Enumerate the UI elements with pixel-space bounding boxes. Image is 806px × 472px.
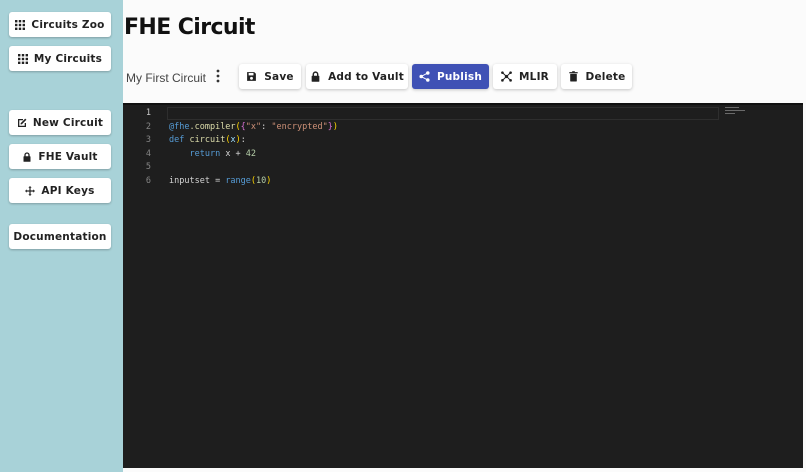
line-number: 1 xyxy=(145,108,151,118)
code-token: inputset xyxy=(169,175,210,186)
code-token: "x" xyxy=(245,121,262,132)
documentation-button[interactable]: Documentation xyxy=(9,224,111,249)
code-content: @fhe.compiler({"x": "encrypted"}) def ci… xyxy=(169,105,338,186)
new-circuit-label: New Circuit xyxy=(32,116,104,129)
grid-icon xyxy=(17,53,28,64)
mlir-label: MLIR xyxy=(519,70,549,83)
code-line-2: @fhe.compiler({"x": "encrypted"}) xyxy=(169,121,338,135)
trash-icon xyxy=(568,71,578,82)
grid-icon xyxy=(15,19,26,30)
save-label: Save xyxy=(264,70,294,83)
code-token: : xyxy=(240,135,246,145)
code-token: def xyxy=(169,135,185,145)
hub-icon xyxy=(501,71,512,82)
my-circuits-button[interactable]: My Circuits xyxy=(9,46,111,71)
current-line-highlight xyxy=(167,107,719,120)
line-number: 2 xyxy=(145,121,151,132)
circuits-zoo-label: Circuits Zoo xyxy=(31,18,105,31)
code-line-6: inputset = range(10) xyxy=(169,175,271,189)
line-number-gutter: 1 2 3 4 5 6 xyxy=(123,105,155,468)
code-token: : xyxy=(261,121,272,132)
mlir-button[interactable]: MLIR xyxy=(493,64,557,89)
more-vertical-icon[interactable] xyxy=(215,69,221,83)
line-number: 6 xyxy=(145,175,151,186)
code-token: range xyxy=(225,175,251,186)
fhe-vault-button[interactable]: FHE Vault xyxy=(9,144,111,169)
my-circuits-label: My Circuits xyxy=(33,52,103,65)
sidebar: Circuits Zoo My Circuits New Circuit FHE… xyxy=(0,0,123,472)
share-icon xyxy=(419,71,430,82)
code-token: return xyxy=(189,148,221,159)
api-keys-button[interactable]: API Keys xyxy=(9,178,111,203)
code-token: .compiler xyxy=(189,121,236,132)
code-token: ) xyxy=(332,121,338,132)
code-token: "encrypted" xyxy=(271,121,328,132)
line-number: 3 xyxy=(145,135,151,145)
lock-icon xyxy=(311,71,320,82)
page-title: FHE Circuit xyxy=(124,15,255,40)
code-editor[interactable]: 1 2 3 4 5 6 @fhe.compiler({"x": "encrypt… xyxy=(123,103,803,468)
code-token: x + xyxy=(220,148,246,159)
edit-icon xyxy=(17,118,27,127)
fhe-vault-label: FHE Vault xyxy=(38,150,98,163)
code-minimap[interactable] xyxy=(725,107,751,117)
new-circuit-button[interactable]: New Circuit xyxy=(9,110,111,135)
publish-button[interactable]: Publish xyxy=(412,64,489,89)
lock-icon xyxy=(23,151,31,162)
line-number: 4 xyxy=(145,148,151,159)
documentation-label: Documentation xyxy=(13,230,107,243)
add-to-vault-button[interactable]: Add to Vault xyxy=(306,64,408,89)
api-keys-label: API Keys xyxy=(41,184,95,197)
publish-label: Publish xyxy=(436,70,482,83)
main-panel: FHE Circuit My First Circuit Save Add to… xyxy=(123,0,806,472)
code-line-3: def circuit(x): xyxy=(169,134,246,148)
code-token: 42 xyxy=(245,148,257,159)
delete-label: Delete xyxy=(585,70,626,83)
line-number: 5 xyxy=(145,162,151,172)
circuits-zoo-button[interactable]: Circuits Zoo xyxy=(9,12,111,37)
save-icon xyxy=(247,72,257,81)
code-line-4: return x + 42 xyxy=(169,148,256,162)
delete-button[interactable]: Delete xyxy=(561,64,632,89)
add-to-vault-label: Add to Vault xyxy=(328,70,404,83)
code-token: = xyxy=(209,175,226,186)
code-token: ) xyxy=(266,175,272,186)
move-icon xyxy=(25,185,36,196)
save-button[interactable]: Save xyxy=(239,64,301,89)
code-token: @fhe xyxy=(169,121,190,132)
circuit-name: My First Circuit xyxy=(126,71,206,85)
code-token: 10 xyxy=(256,175,267,186)
code-token: circuit xyxy=(189,135,226,145)
